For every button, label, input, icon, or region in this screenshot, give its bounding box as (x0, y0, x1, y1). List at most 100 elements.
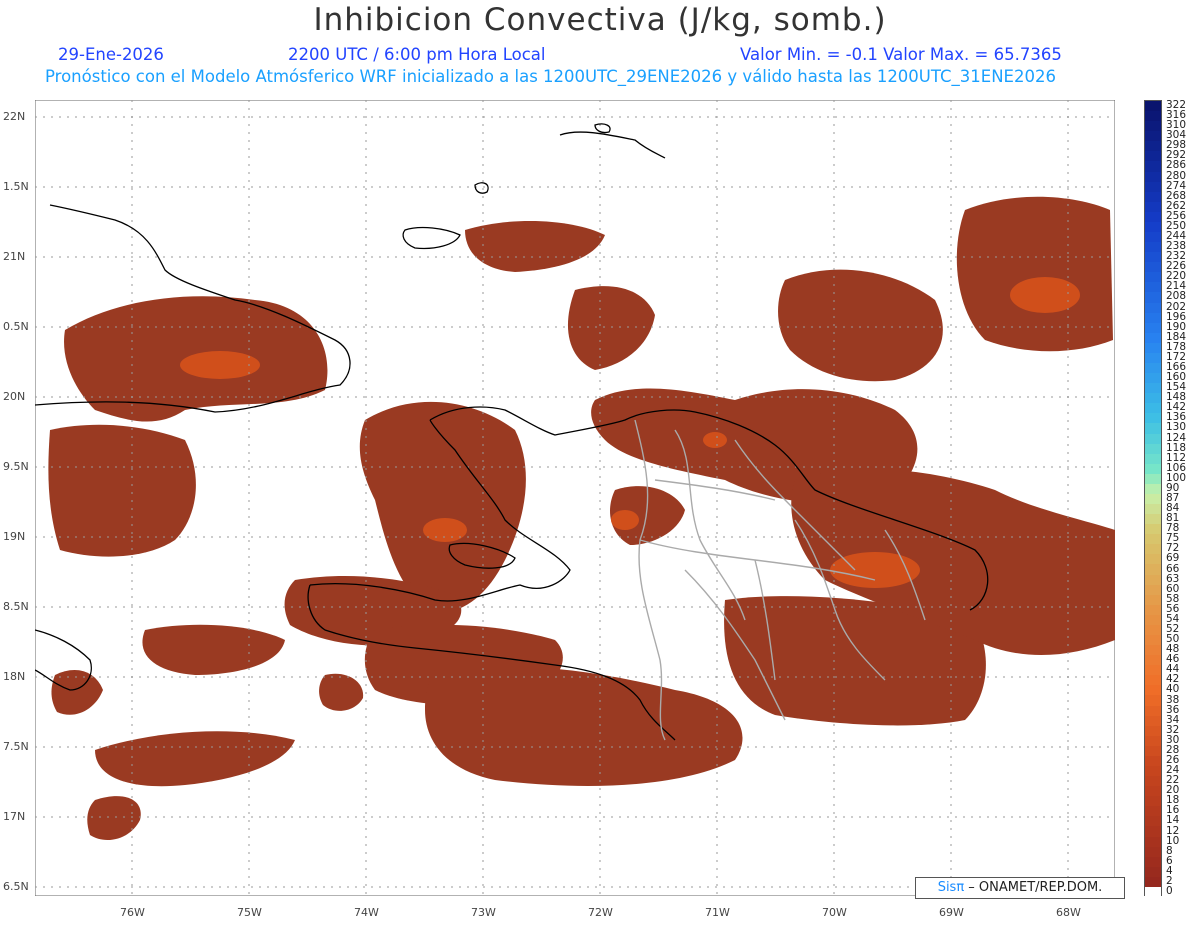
lat-label: 6.5N (3, 880, 29, 893)
colorbar-segment (1145, 766, 1161, 777)
map-plot (35, 100, 1115, 896)
colorbar-segment (1145, 423, 1161, 434)
colorbar-segment (1145, 393, 1161, 404)
colorbar-segment (1145, 231, 1161, 243)
lon-label: 76W (120, 906, 145, 919)
colorbar-segment (1145, 292, 1161, 303)
lat-label: 8.5N (3, 600, 29, 613)
colorbar-segment (1145, 604, 1161, 616)
colorbar-tick-label: 69 (1166, 552, 1180, 565)
colorbar-segment (1145, 816, 1161, 827)
lat-label: 7.5N (3, 740, 29, 753)
forecast-date: 29-Ene-2026 (58, 45, 164, 64)
forecast-time: 2200 UTC / 6:00 pm Hora Local (288, 45, 546, 64)
colorbar-segment (1145, 725, 1161, 737)
colorbar-segment (1145, 262, 1161, 273)
colorbar-segment (1145, 614, 1161, 626)
colorbar-segment (1145, 826, 1161, 838)
colorbar-segment (1145, 483, 1161, 495)
min-max-values: Valor Min. = -0.1 Valor Max. = 65.7365 (740, 45, 1062, 64)
colorbar-segment (1145, 504, 1161, 515)
colorbar-segment (1145, 786, 1161, 797)
lon-label: 74W (354, 906, 379, 919)
colorbar-segment (1145, 514, 1161, 525)
lat-label: 1.5N (3, 180, 29, 193)
colorbar-tick-label: 14 (1166, 814, 1180, 827)
colorbar-segment (1145, 665, 1161, 676)
lon-label: 70W (822, 906, 847, 919)
colorbar-segment (1145, 453, 1161, 465)
colorbar-segment (1145, 362, 1161, 374)
lat-label: 20N (3, 390, 26, 403)
highlight-region (611, 510, 639, 530)
lon-label: 68W (1056, 906, 1081, 919)
colorbar-segment (1145, 594, 1161, 606)
lon-label: 71W (705, 906, 730, 919)
colorbar-segment (1145, 352, 1161, 364)
colorbar-segment (1145, 141, 1161, 152)
highlight-region (180, 351, 260, 379)
colorbar-segment (1145, 463, 1161, 475)
shading-region (48, 424, 196, 557)
colorbar-segment (1145, 121, 1161, 132)
colorbar-segment (1145, 584, 1161, 596)
lat-label: 0.5N (3, 320, 29, 333)
colorbar-tick-label: 12 (1166, 824, 1180, 837)
colorbar-segment (1145, 876, 1161, 888)
colorbar-segment (1145, 181, 1161, 193)
colorbar-segment (1145, 332, 1161, 344)
colorbar-segment (1145, 383, 1161, 394)
credit-text: – ONAMET/REP.DOM. (964, 880, 1103, 895)
colorbar-segment (1145, 624, 1161, 636)
colorbar-segment (1145, 755, 1161, 767)
lon-label: 72W (588, 906, 613, 919)
highlight-region (1010, 277, 1080, 313)
colorbar-segment (1145, 473, 1161, 485)
colorbar (1144, 100, 1162, 898)
colorbar-segment (1145, 403, 1161, 414)
colorbar-segment (1145, 101, 1161, 112)
colorbar-tick-label: 286 (1166, 159, 1187, 172)
lat-label: 19N (3, 530, 26, 543)
colorbar-segment (1145, 564, 1161, 576)
colorbar-segment (1145, 221, 1161, 233)
colorbar-segment (1145, 846, 1161, 858)
colorbar-segment (1145, 544, 1161, 555)
colorbar-segment (1145, 836, 1161, 848)
colorbar-segment (1145, 635, 1161, 646)
colorbar-segment (1145, 151, 1161, 162)
model-info-line: Pronóstico con el Modelo Atmósferico WRF… (45, 67, 1056, 86)
lon-label: 73W (471, 906, 496, 919)
colorbar-segment (1145, 745, 1161, 757)
lat-label: 21N (3, 250, 26, 263)
colorbar-segment (1145, 201, 1161, 213)
shading-region (956, 196, 1113, 352)
colorbar-segment (1145, 242, 1161, 253)
colorbar-segment (1145, 806, 1161, 817)
colorbar-segment (1145, 131, 1161, 142)
colorbar-segment (1145, 302, 1161, 314)
colorbar-segment (1145, 796, 1161, 807)
lat-label: 18N (3, 670, 26, 683)
lat-label: 22N (3, 110, 26, 123)
colorbar-segment (1145, 282, 1161, 293)
colorbar-segment (1145, 866, 1161, 878)
colorbar-segment (1145, 715, 1161, 727)
colorbar-segment (1145, 443, 1161, 455)
highlight-region (423, 518, 467, 542)
colorbar-segment (1145, 675, 1161, 686)
colorbar-segment (1145, 705, 1161, 717)
lon-label: 69W (939, 906, 964, 919)
colorbar-segment (1145, 252, 1161, 263)
colorbar-segment (1145, 312, 1161, 324)
colorbar-segment (1145, 554, 1161, 565)
colorbar-segment (1145, 191, 1161, 203)
colorbar-segment (1145, 886, 1161, 898)
colorbar-segment (1145, 776, 1161, 787)
colorbar-segment (1145, 322, 1161, 334)
credit-box: Sisπ – ONAMET/REP.DOM. (915, 877, 1125, 899)
colorbar-segment (1145, 685, 1161, 696)
colorbar-tick-label: 40 (1166, 683, 1180, 696)
colorbar-segment (1145, 272, 1161, 283)
colorbar-segment (1145, 524, 1161, 535)
